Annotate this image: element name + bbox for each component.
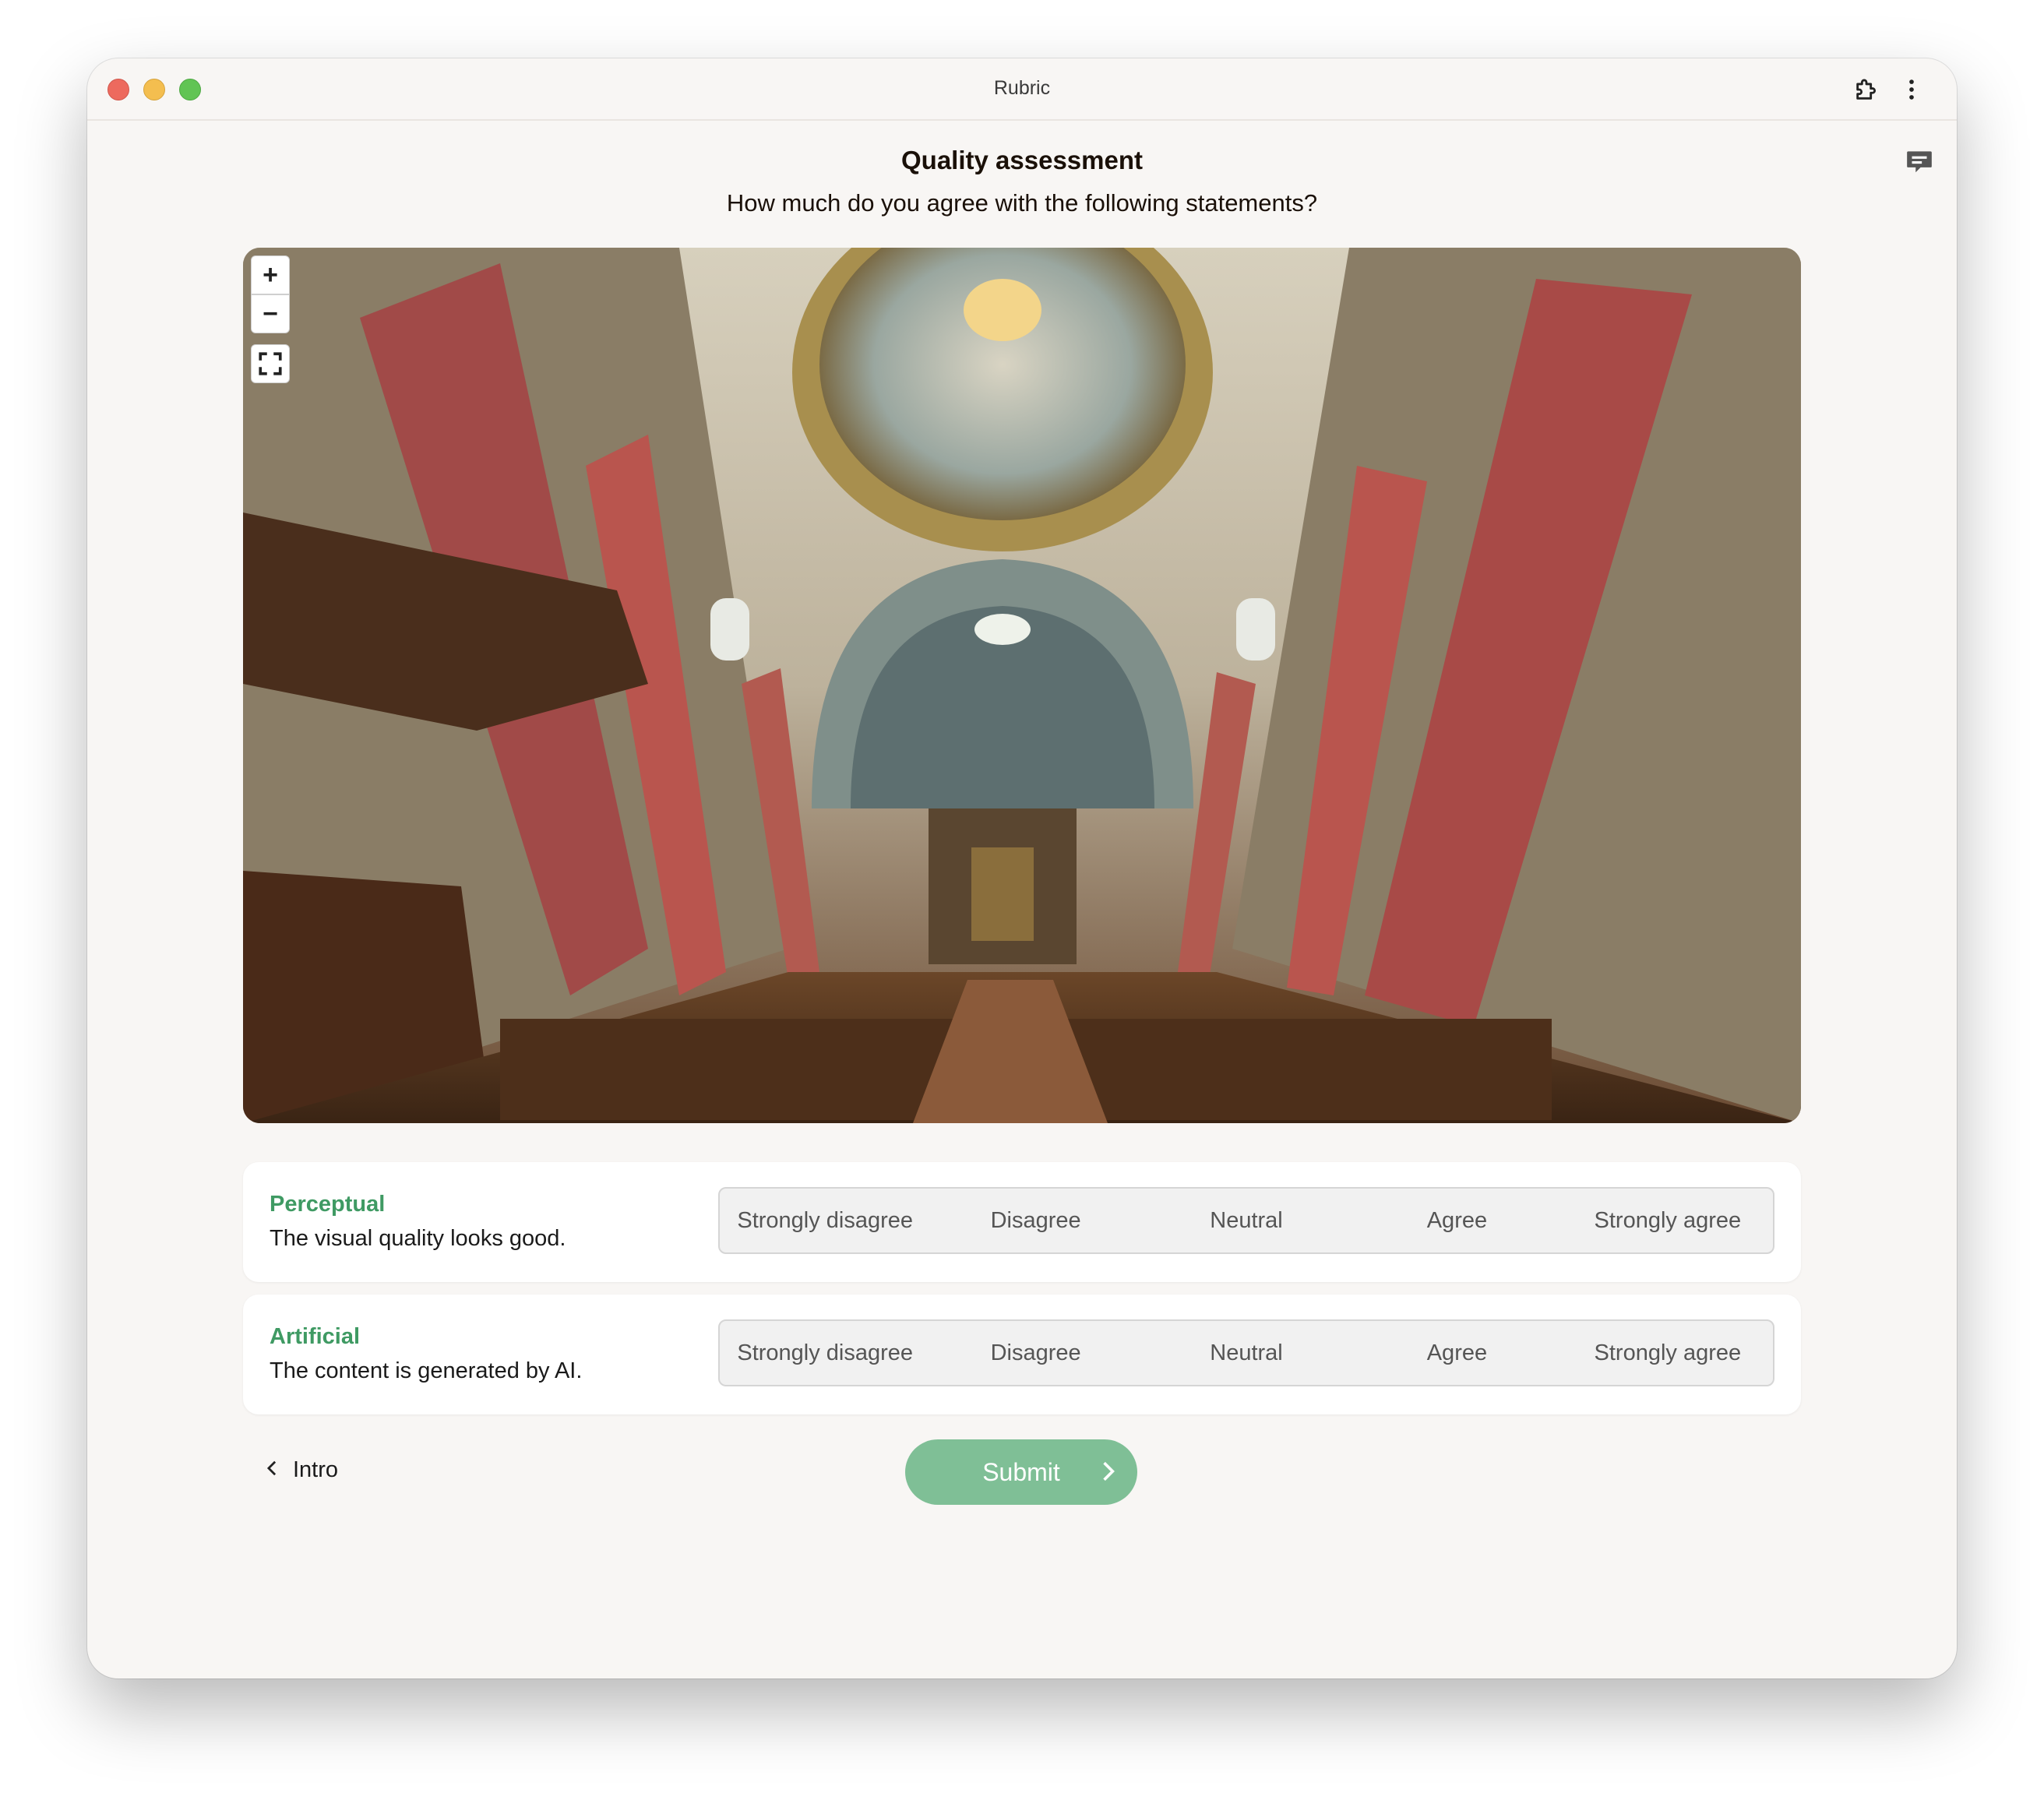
submit-button[interactable]: Submit [905,1439,1137,1505]
back-intro-link[interactable]: Intro [265,1457,338,1483]
chevron-left-icon [265,1457,279,1483]
option-disagree[interactable]: Disagree [930,1189,1140,1252]
option-neutral[interactable]: Neutral [1141,1189,1352,1252]
puzzle-icon[interactable] [1849,72,1884,107]
submit-label: Submit [982,1457,1060,1486]
option-strongly-agree[interactable]: Strongly agree [1563,1321,1773,1385]
question-statement: The content is generated by AI. [270,1358,583,1383]
title-bar: Rubric [87,58,1957,121]
option-agree[interactable]: Agree [1352,1189,1562,1252]
zoom-out-button[interactable]: − [251,294,290,333]
option-strongly-disagree[interactable]: Strongly disagree [720,1189,930,1252]
likert-scale: Strongly disagree Disagree Neutral Agree… [718,1187,1774,1254]
question-statement: The visual quality looks good. [270,1226,566,1251]
option-strongly-agree[interactable]: Strongly agree [1563,1189,1773,1252]
app-window: Rubric Quality assessment How much do yo… [87,58,1957,1679]
page-subtitle: How much do you agree with the following… [726,189,1318,217]
option-neutral[interactable]: Neutral [1141,1321,1352,1385]
option-disagree[interactable]: Disagree [930,1321,1140,1385]
likert-scale: Strongly disagree Disagree Neutral Agree… [718,1319,1774,1386]
back-link-label: Intro [293,1457,339,1482]
more-vertical-icon[interactable] [1894,72,1929,107]
page-title: Quality assessment [901,146,1143,174]
option-agree[interactable]: Agree [1352,1321,1562,1385]
question-label: Perceptual [270,1192,386,1217]
option-strongly-disagree[interactable]: Strongly disagree [720,1321,930,1385]
window-title: Rubric [993,77,1051,99]
question-label: Artificial [270,1324,361,1349]
image-viewer[interactable]: + − [243,248,1801,1123]
question-card-perceptual: Perceptual The visual quality looks good… [243,1162,1801,1282]
zoom-in-button[interactable]: + [251,255,290,294]
chevron-right-icon [1101,1460,1115,1489]
church-interior-photo [243,248,1801,1123]
question-card-artificial: Artificial The content is generated by A… [243,1295,1801,1414]
fullscreen-icon[interactable] [251,344,290,383]
